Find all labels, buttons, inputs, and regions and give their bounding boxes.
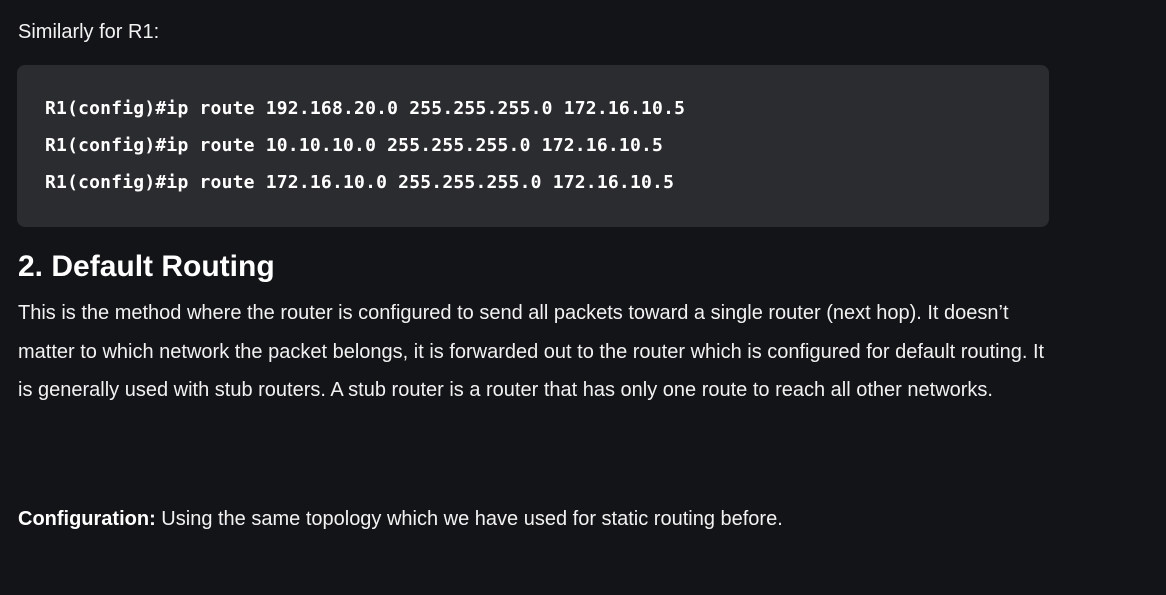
code-block[interactable]: R1(config)#ip route 192.168.20.0 255.255… [17, 65, 1049, 227]
article-content: Similarly for R1: R1(config)#ip route 19… [0, 0, 1166, 595]
section-paragraph: This is the method where the router is c… [18, 302, 1045, 401]
code-line: R1(config)#ip route 172.16.10.0 255.255.… [45, 172, 675, 193]
configuration-text: Using the same topology which we have us… [155, 508, 783, 530]
configuration-paragraph: Configuration: Using the same topology w… [18, 502, 783, 536]
intro-text: Similarly for R1: [18, 21, 160, 43]
code-line: R1(config)#ip route 192.168.20.0 255.255… [45, 98, 686, 119]
section-heading: 2. Default Routing [18, 250, 275, 283]
configuration-label: Configuration: [18, 508, 156, 530]
code-line: R1(config)#ip route 10.10.10.0 255.255.2… [45, 135, 664, 156]
